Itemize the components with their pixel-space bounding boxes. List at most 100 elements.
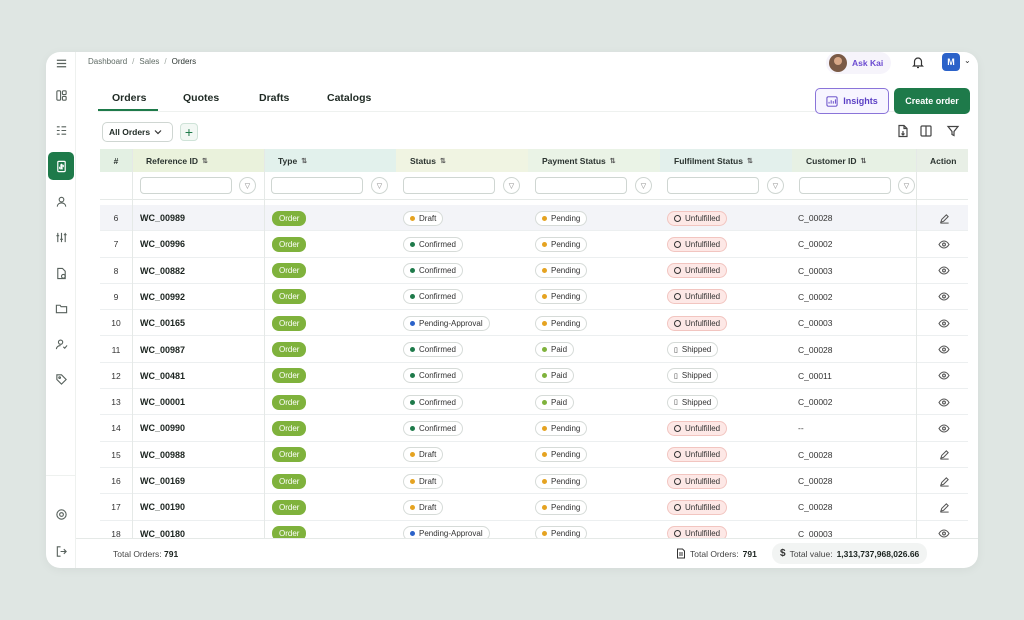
- eye-icon[interactable]: [938, 529, 950, 538]
- table-row[interactable]: 14 WC_00990 Order Confirmed Pending Unfulfill…: [100, 415, 968, 442]
- folder-icon[interactable]: [46, 296, 76, 320]
- row-action[interactable]: [934, 337, 954, 363]
- table-row[interactable]: 18 WC_00180 Order Pending-Approval Pending Un…: [100, 521, 968, 538]
- table-row[interactable]: 13 WC_00001 Order Confirmed Paid ▯ Shipped C_00…: [100, 389, 968, 416]
- type-filter-input[interactable]: [271, 177, 363, 194]
- menu-icon[interactable]: [46, 52, 76, 75]
- reference-id[interactable]: WC_00987: [140, 337, 185, 363]
- reference-id[interactable]: WC_00990: [140, 415, 185, 441]
- row-action[interactable]: [934, 442, 954, 468]
- list-icon[interactable]: [46, 118, 76, 142]
- reference-id[interactable]: WC_00988: [140, 442, 185, 468]
- create-order-button[interactable]: Create order: [894, 88, 970, 114]
- invoice-icon[interactable]: [46, 261, 76, 285]
- status-filter-input[interactable]: [403, 177, 495, 194]
- row-action[interactable]: [934, 231, 954, 257]
- row-action[interactable]: [934, 205, 954, 231]
- add-view-button[interactable]: +: [180, 123, 198, 141]
- logout-icon[interactable]: [46, 539, 76, 563]
- export-icon[interactable]: [896, 124, 910, 138]
- row-action[interactable]: [934, 310, 954, 336]
- table-row[interactable]: 12 WC_00481 Order Confirmed Paid ▯ Shipped C_00…: [100, 363, 968, 390]
- table-row[interactable]: 9 WC_00992 Order Confirmed Pending Unfulfille…: [100, 284, 968, 311]
- breadcrumb-dashboard[interactable]: Dashboard: [88, 57, 127, 66]
- user-avatar-badge[interactable]: M: [942, 53, 960, 71]
- table-row[interactable]: 16 WC_00169 Order Draft Pending Unfulfilled C_…: [100, 468, 968, 495]
- chevron-down-icon[interactable]: ⌄: [964, 56, 971, 65]
- eye-icon[interactable]: [938, 345, 950, 354]
- row-action[interactable]: [934, 389, 954, 415]
- eye-icon[interactable]: [938, 292, 950, 301]
- orders-icon[interactable]: [48, 152, 74, 180]
- breadcrumb-sales[interactable]: Sales: [139, 57, 159, 66]
- row-action[interactable]: [934, 284, 954, 310]
- edit-icon[interactable]: [939, 213, 950, 224]
- fulfilment-status-filter-input[interactable]: [667, 177, 759, 194]
- table-row[interactable]: 6 WC_00989 Order Draft Pending Unfulfilled C_0…: [100, 205, 968, 232]
- table-row[interactable]: 10 WC_00165 Order Pending-Approval Pending Un…: [100, 310, 968, 337]
- tab-drafts[interactable]: Drafts: [259, 92, 289, 104]
- insights-button[interactable]: Insights: [815, 88, 889, 114]
- reference-id[interactable]: WC_00989: [140, 205, 185, 231]
- filter-icon[interactable]: ▽: [898, 177, 915, 194]
- table-row[interactable]: 11 WC_00987 Order Confirmed Paid ▯ Shipped C_00…: [100, 337, 968, 363]
- tab-quotes[interactable]: Quotes: [183, 92, 219, 104]
- row-action[interactable]: [934, 521, 954, 538]
- columns-icon[interactable]: [919, 124, 933, 138]
- reference-id[interactable]: WC_00169: [140, 468, 185, 494]
- table-row[interactable]: 15 WC_00988 Order Draft Pending Unfulfilled C_…: [100, 442, 968, 468]
- tag-icon[interactable]: [46, 367, 76, 391]
- tab-catalogs[interactable]: Catalogs: [327, 92, 371, 104]
- user-icon[interactable]: [46, 189, 76, 213]
- eye-icon[interactable]: [938, 266, 950, 275]
- table-row[interactable]: 17 WC_00190 Order Draft Pending Unfulfilled C_…: [100, 494, 968, 521]
- eye-icon[interactable]: [938, 240, 950, 249]
- bell-icon[interactable]: [911, 55, 925, 69]
- reference-id[interactable]: WC_00882: [140, 258, 185, 284]
- reference-id[interactable]: WC_00190: [140, 494, 185, 520]
- reference-id[interactable]: WC_00165: [140, 310, 185, 336]
- filter-icon[interactable]: ▽: [371, 177, 388, 194]
- eye-icon[interactable]: [938, 371, 950, 380]
- column-header-payment-status[interactable]: Payment Status ⇅: [528, 149, 660, 172]
- row-action[interactable]: [934, 363, 954, 389]
- table-row[interactable]: 8 WC_00882 Order Confirmed Pending Unfulfille…: [100, 258, 968, 284]
- filter-icon[interactable]: [946, 124, 960, 138]
- row-action[interactable]: [934, 468, 954, 494]
- payment-status-filter-input[interactable]: [535, 177, 627, 194]
- reference-id[interactable]: WC_00996: [140, 231, 185, 257]
- edit-icon[interactable]: [939, 449, 950, 460]
- sliders-icon[interactable]: [46, 225, 76, 249]
- settings-icon[interactable]: [46, 502, 76, 526]
- column-header-fulfilment-status[interactable]: Fulfilment Status ⇅: [660, 149, 792, 172]
- reference-id[interactable]: WC_00001: [140, 389, 185, 415]
- reference-id-filter-input[interactable]: [140, 177, 232, 194]
- eye-icon[interactable]: [938, 398, 950, 407]
- column-header-reference-id[interactable]: Reference ID ⇅: [132, 149, 264, 172]
- column-header-number[interactable]: #: [100, 149, 132, 172]
- reference-id[interactable]: WC_00180: [140, 521, 185, 538]
- dashboard-icon[interactable]: [46, 83, 76, 107]
- edit-icon[interactable]: [939, 476, 950, 487]
- reference-id[interactable]: WC_00992: [140, 284, 185, 310]
- row-action[interactable]: [934, 494, 954, 520]
- edit-icon[interactable]: [939, 502, 950, 513]
- customer-id-filter-input[interactable]: [799, 177, 891, 194]
- filter-icon[interactable]: ▽: [767, 177, 784, 194]
- column-header-type[interactable]: Type ⇅: [264, 149, 396, 172]
- orders-filter-select[interactable]: All Orders: [102, 122, 173, 142]
- eye-icon[interactable]: [938, 319, 950, 328]
- column-header-customer-id[interactable]: Customer ID ⇅: [792, 149, 916, 172]
- filter-icon[interactable]: ▽: [239, 177, 256, 194]
- filter-icon[interactable]: ▽: [503, 177, 520, 194]
- reference-id[interactable]: WC_00481: [140, 363, 185, 389]
- column-header-status[interactable]: Status ⇅: [396, 149, 528, 172]
- ask-kai-button[interactable]: Ask Kai: [826, 52, 892, 74]
- row-action[interactable]: [934, 258, 954, 284]
- row-action[interactable]: [934, 415, 954, 441]
- team-icon[interactable]: [46, 332, 76, 356]
- filter-icon[interactable]: ▽: [635, 177, 652, 194]
- eye-icon[interactable]: [938, 424, 950, 433]
- tab-orders[interactable]: Orders: [112, 92, 146, 104]
- table-row[interactable]: 7 WC_00996 Order Confirmed Pending Unfulfille…: [100, 231, 968, 258]
